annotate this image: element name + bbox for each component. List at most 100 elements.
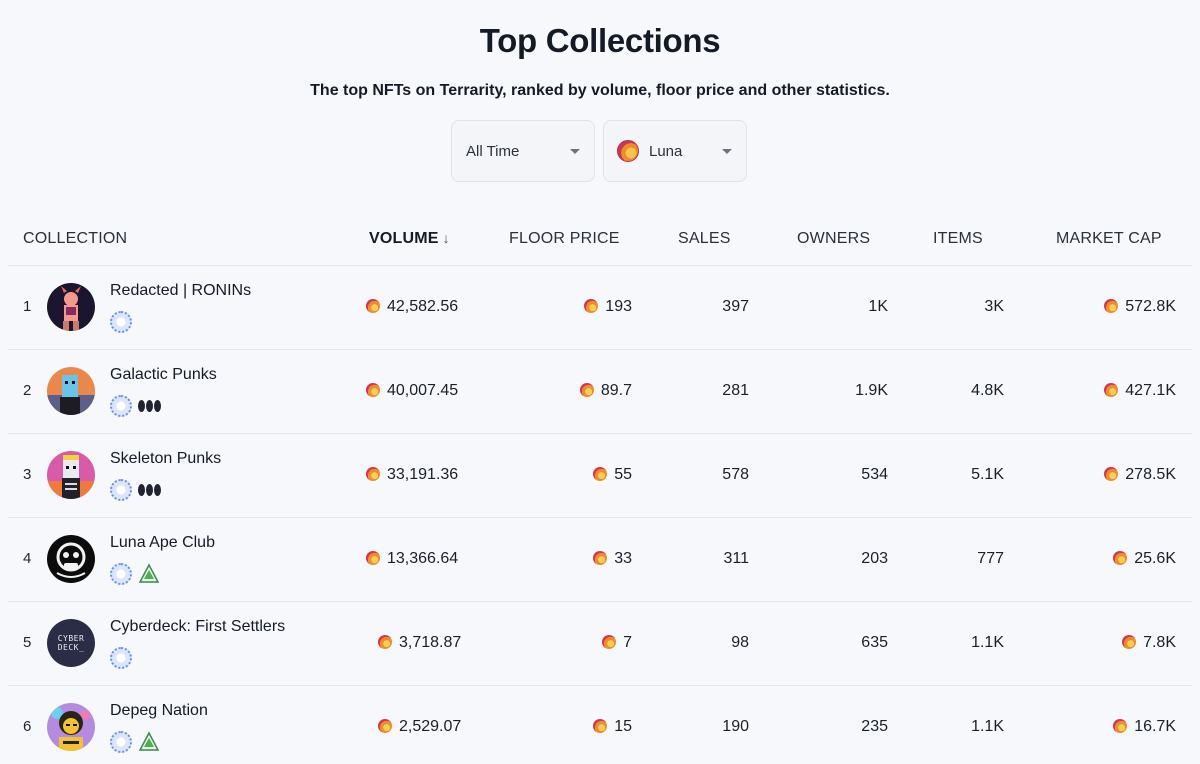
column-owners[interactable]: OWNERS — [797, 230, 870, 248]
market-cap-value: 278.5K — [1125, 466, 1176, 483]
column-market-cap[interactable]: MARKET CAP — [1056, 230, 1162, 248]
floor-value: 89.7 — [600, 382, 632, 399]
collection-avatar[interactable] — [47, 703, 95, 751]
table-row[interactable]: 1 Redacted | RONINs 42,582.56 193 397 1K… — [8, 266, 1192, 350]
luna-icon — [579, 383, 594, 397]
table-row[interactable]: 3 Skeleton Punks 33,191.36 55 578 534 5.… — [8, 434, 1192, 518]
sales-value: 281 — [722, 382, 749, 399]
owners-value: 1K — [868, 298, 888, 315]
floor-cell: 55 — [593, 466, 632, 484]
market-cap-cell: 572.8K — [1104, 298, 1176, 316]
luna-icon — [593, 551, 608, 565]
market-cap-value: 16.7K — [1134, 718, 1176, 735]
floor-cell: 89.7 — [579, 382, 632, 400]
collection-avatar[interactable] — [47, 367, 95, 415]
sun-badge-icon — [110, 395, 132, 417]
column-sales[interactable]: SALES — [678, 230, 731, 248]
luna-icon — [366, 467, 380, 481]
luna-icon — [1104, 299, 1119, 313]
floor-cell: 193 — [584, 298, 632, 316]
floor-cell: 7 — [602, 634, 632, 652]
sales-value: 311 — [723, 550, 749, 567]
volume-value: 42,582.56 — [387, 298, 459, 315]
owners-value: 534 — [861, 466, 888, 483]
luna-icon — [366, 383, 380, 397]
volume-value: 13,366.64 — [387, 550, 459, 567]
sun-badge-icon — [110, 311, 132, 333]
column-volume[interactable]: VOLUME ↓ — [369, 230, 450, 248]
table-row[interactable]: 4 Luna Ape Club 13,366.64 33 311 203 777… — [8, 518, 1192, 602]
luna-icon — [1113, 551, 1128, 565]
collection-avatar[interactable]: CYBER DECK_ — [47, 619, 95, 667]
sales-value: 190 — [722, 718, 749, 735]
sun-badge-icon — [110, 479, 132, 501]
collection-name[interactable]: Luna Ape Club — [110, 534, 215, 552]
volume-cell: 42,582.56 — [366, 298, 458, 316]
triangle-badge-icon — [138, 563, 160, 585]
triangle-badge-icon — [138, 731, 160, 753]
time-range-select[interactable]: All Time — [451, 120, 595, 182]
market-cap-value: 572.8K — [1125, 298, 1176, 315]
time-range-value: All Time — [466, 142, 520, 160]
sun-badge-icon — [110, 647, 132, 669]
page-subtitle: The top NFTs on Terrarity, ranked by vol… — [310, 82, 890, 99]
collection-avatar[interactable] — [47, 283, 95, 331]
volume-cell: 2,529.07 — [378, 718, 461, 736]
luna-icon — [584, 299, 599, 313]
volume-value: 40,007.45 — [387, 382, 459, 399]
items-value: 4.8K — [971, 382, 1004, 399]
owners-value: 235 — [861, 718, 888, 735]
luna-icon — [593, 719, 608, 733]
owners-value: 635 — [861, 634, 888, 651]
volume-value: 2,529.07 — [399, 718, 462, 735]
collection-name[interactable]: Cyberdeck: First Settlers — [110, 618, 285, 636]
floor-value: 55 — [614, 466, 632, 483]
rank: 6 — [23, 718, 32, 735]
owners-value: 203 — [861, 550, 888, 567]
table-row[interactable]: 2 Galactic Punks 40,007.45 89.7 281 1.9K… — [8, 350, 1192, 434]
items-value: 1.1K — [971, 634, 1004, 651]
token-value: Luna — [649, 142, 683, 160]
market-cap-value: 25.6K — [1134, 550, 1176, 567]
sales-value: 98 — [731, 634, 749, 651]
collection-name[interactable]: Skeleton Punks — [110, 450, 221, 468]
collection-name[interactable]: Redacted | RONINs — [110, 282, 251, 300]
volume-cell: 33,191.36 — [366, 466, 458, 484]
floor-cell: 15 — [593, 718, 632, 736]
column-collection[interactable]: COLLECTION — [23, 230, 127, 248]
collection-avatar[interactable] — [47, 451, 95, 499]
column-floor-price[interactable]: FLOOR PRICE — [509, 230, 620, 248]
rank: 2 — [23, 382, 32, 399]
collection-name[interactable]: Galactic Punks — [110, 366, 217, 384]
table-row[interactable]: 5 CYBER DECK_ Cyberdeck: First Settlers … — [8, 602, 1192, 686]
volume-value: 33,191.36 — [387, 466, 459, 483]
luna-icon — [602, 635, 617, 649]
collection-name[interactable]: Depeg Nation — [110, 702, 208, 720]
luna-icon — [1104, 383, 1119, 397]
rank: 4 — [23, 550, 32, 567]
table-row[interactable]: 6 Depeg Nation 2,529.07 15 190 235 1.1K … — [8, 686, 1192, 764]
market-cap-cell: 427.1K — [1104, 382, 1176, 400]
luna-icon — [366, 551, 380, 565]
dots-badge-icon — [138, 400, 162, 412]
token-select[interactable]: Luna — [603, 120, 747, 182]
market-cap-value: 427.1K — [1125, 382, 1176, 399]
floor-value: 33 — [614, 550, 632, 567]
page-title: Top Collections — [479, 22, 721, 59]
items-value: 5.1K — [971, 466, 1004, 483]
items-value: 1.1K — [971, 718, 1004, 735]
luna-icon — [378, 635, 392, 649]
luna-icon — [1113, 719, 1128, 733]
market-cap-cell: 25.6K — [1113, 550, 1176, 568]
volume-cell: 13,366.64 — [366, 550, 458, 568]
collection-avatar[interactable] — [47, 535, 95, 583]
luna-icon — [366, 299, 380, 313]
market-cap-cell: 16.7K — [1113, 718, 1176, 736]
market-cap-cell: 278.5K — [1104, 466, 1176, 484]
floor-value: 7 — [623, 634, 632, 651]
sun-badge-icon — [110, 731, 132, 753]
volume-value: 3,718.87 — [399, 634, 462, 651]
column-items[interactable]: ITEMS — [933, 230, 983, 248]
floor-cell: 33 — [593, 550, 632, 568]
table-header: COLLECTION VOLUME ↓ FLOOR PRICE SALES OWN… — [8, 214, 1192, 266]
